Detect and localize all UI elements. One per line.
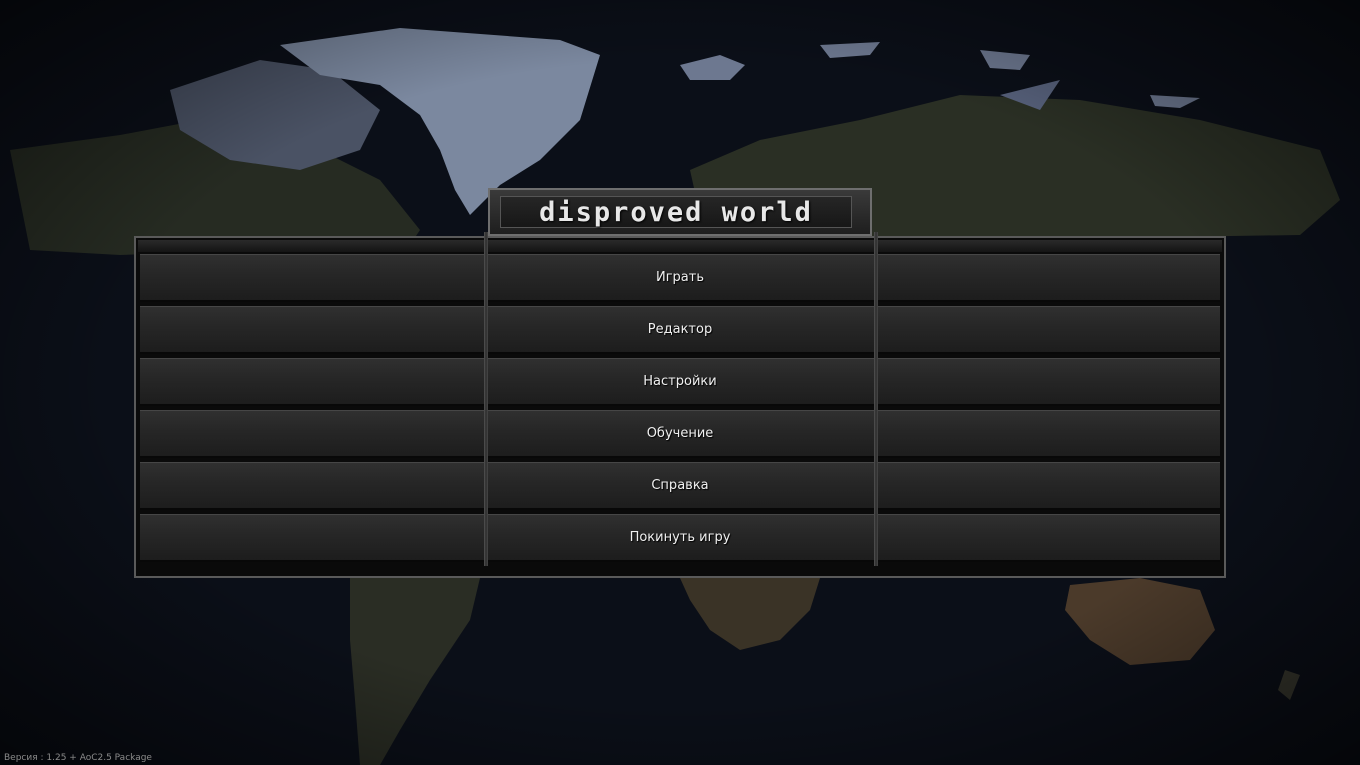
help-button-label: Справка [651,478,709,493]
menu-top-bar [138,240,1222,252]
version-label: Версия : 1.25 + AoC2.5 Package [4,753,152,763]
play-button-label: Играть [655,270,704,285]
game-logo-inner: disproved world [500,196,852,228]
main-menu-panel: Играть Редактор Настройки Обучение Справ… [134,232,1226,578]
settings-button-label: Настройки [643,374,717,389]
tutorial-button[interactable]: Обучение [140,410,1220,458]
game-logo-plate: disproved world [488,188,872,236]
editor-button[interactable]: Редактор [140,306,1220,354]
play-button[interactable]: Играть [140,254,1220,302]
settings-button[interactable]: Настройки [140,358,1220,406]
quit-game-button-label: Покинуть игру [629,530,731,545]
game-title: disproved world [539,196,813,228]
quit-game-button[interactable]: Покинуть игру [140,514,1220,562]
tutorial-button-label: Обучение [646,426,714,441]
help-button[interactable]: Справка [140,462,1220,510]
editor-button-label: Редактор [647,322,713,337]
